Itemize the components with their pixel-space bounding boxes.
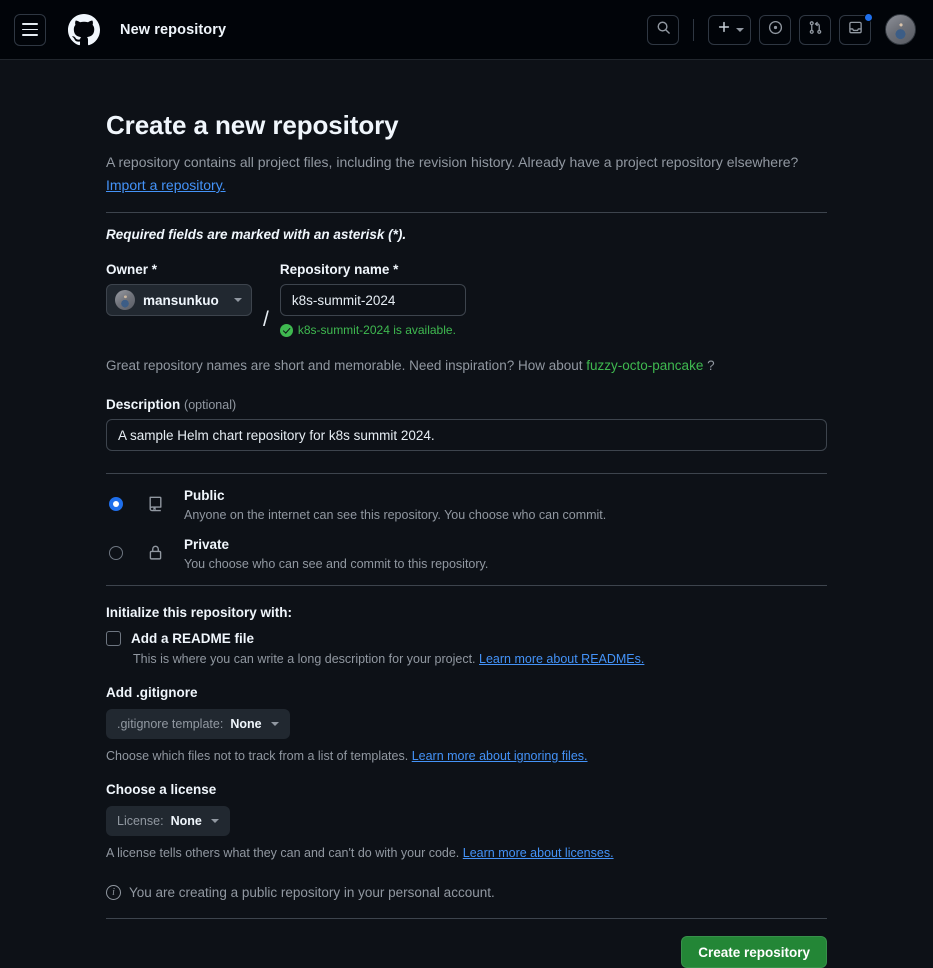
- radio-public[interactable]: [109, 497, 123, 511]
- gitignore-select-value: None: [230, 717, 262, 731]
- owner-label: Owner *: [106, 262, 158, 277]
- creation-info-row: i You are creating a public repository i…: [106, 885, 827, 900]
- gitignore-template-select[interactable]: .gitignore template: None: [106, 709, 290, 739]
- header-divider: [693, 18, 694, 41]
- license-learn-more-link[interactable]: Learn more about licenses.: [463, 846, 614, 860]
- pull-requests-button[interactable]: [799, 14, 831, 45]
- description-optional-tag: (optional): [184, 398, 237, 412]
- visibility-options: Public Anyone on the internet can see th…: [106, 487, 827, 571]
- visibility-private-text: Private You choose who can see and commi…: [184, 536, 488, 571]
- availability-text: k8s-summit-2024 is available.: [297, 323, 456, 337]
- page-title: Create a new repository: [106, 110, 399, 140]
- required-fields-note: Required fields are marked with an aster…: [106, 227, 407, 242]
- radio-private[interactable]: [109, 546, 123, 560]
- repository-name-input[interactable]: [279, 284, 466, 316]
- search-button[interactable]: [647, 14, 679, 45]
- avatar[interactable]: [885, 14, 916, 45]
- check-circle-fill-icon: [279, 323, 293, 337]
- chevron-down-icon: [270, 722, 279, 726]
- header-actions: [647, 12, 916, 45]
- readme-learn-more-link[interactable]: Learn more about READMEs.: [479, 652, 644, 666]
- license-select-value: None: [170, 814, 202, 828]
- git-pull-request-icon: [808, 20, 823, 40]
- visibility-public-description: Anyone on the internet can see this repo…: [184, 508, 607, 522]
- visibility-option-public[interactable]: Public Anyone on the internet can see th…: [106, 487, 827, 522]
- hint-suffix: ?: [707, 358, 715, 373]
- hamburger-menu-icon[interactable]: [14, 13, 46, 46]
- repo-icon: [147, 495, 164, 512]
- creation-info-text: You are creating a public repository in …: [129, 885, 495, 900]
- description-input[interactable]: [106, 419, 827, 451]
- visibility-private-description: You choose who can see and commit to thi…: [184, 557, 489, 571]
- create-new-button[interactable]: [708, 14, 751, 45]
- inbox-button[interactable]: [839, 12, 873, 45]
- license-note: A license tells others what they can and…: [106, 846, 827, 860]
- search-icon: [656, 20, 671, 40]
- visibility-option-private[interactable]: Private You choose who can see and commi…: [106, 536, 827, 571]
- repository-name-hint: Great repository names are short and mem…: [106, 358, 827, 373]
- plus-icon: [717, 20, 731, 39]
- page-subtitle: A repository contains all project files,…: [106, 154, 799, 170]
- license-heading: Choose a license: [106, 782, 217, 797]
- owner-avatar: [115, 290, 135, 310]
- description-block: Description (optional): [106, 397, 827, 451]
- readme-label: Add a README file: [131, 631, 255, 646]
- gitignore-heading: Add .gitignore: [106, 685, 198, 700]
- issue-opened-icon: [768, 20, 783, 40]
- page-title-header: New repository: [120, 21, 227, 38]
- global-header: New repository: [0, 0, 933, 60]
- readme-description: This is where you can write a long descr…: [133, 652, 827, 666]
- chevron-down-icon: [210, 819, 219, 823]
- visibility-public-text: Public Anyone on the internet can see th…: [184, 487, 606, 522]
- divider-top: [106, 212, 827, 213]
- owner-repo-separator: /: [263, 308, 269, 331]
- readme-checkbox[interactable]: [106, 631, 121, 646]
- page-body: Create a new repository A repository con…: [0, 110, 933, 968]
- info-icon: i: [106, 885, 121, 900]
- import-repository-link[interactable]: Import a repository.: [106, 177, 226, 193]
- footer-actions: Create repository: [106, 936, 827, 968]
- gitignore-note: Choose which files not to track from a l…: [106, 749, 827, 763]
- chevron-down-icon: [736, 27, 744, 32]
- description-label-text: Description: [106, 397, 181, 412]
- gitignore-select-prefix: .gitignore template:: [117, 717, 224, 731]
- license-select[interactable]: License: None: [106, 806, 230, 836]
- license-note-text: A license tells others what they can and…: [106, 846, 460, 860]
- description-label: Description (optional): [106, 397, 827, 412]
- visibility-public-name: Public: [184, 488, 225, 503]
- notification-indicator: [864, 12, 873, 22]
- suggested-repo-name[interactable]: fuzzy-octo-pancake: [586, 358, 703, 373]
- hint-prefix: Great repository names are short and mem…: [106, 358, 583, 373]
- issues-button[interactable]: [759, 14, 791, 45]
- repository-name-label: Repository name *: [279, 262, 399, 277]
- lock-icon: [147, 544, 164, 561]
- license-select-prefix: License:: [117, 814, 164, 828]
- divider-visibility: [106, 473, 827, 474]
- github-logo-icon[interactable]: [68, 13, 100, 46]
- owner-repo-row: Owner * mansunkuo / Repository name * k8…: [106, 262, 827, 337]
- gitignore-note-text: Choose which files not to track from a l…: [106, 749, 409, 763]
- initialize-heading: Initialize this repository with:: [106, 605, 293, 620]
- owner-select[interactable]: mansunkuo: [106, 284, 252, 316]
- create-repository-button[interactable]: Create repository: [681, 936, 827, 968]
- gitignore-learn-more-link[interactable]: Learn more about ignoring files.: [412, 749, 588, 763]
- inbox-icon: [848, 20, 863, 40]
- readme-row[interactable]: Add a README file: [106, 631, 827, 646]
- divider-initialize: [106, 585, 827, 586]
- divider-footer: [106, 918, 827, 919]
- visibility-private-name: Private: [184, 537, 230, 552]
- chevron-down-icon: [234, 298, 242, 302]
- availability-message: k8s-summit-2024 is available.: [279, 323, 466, 337]
- owner-name: mansunkuo: [143, 292, 219, 308]
- readme-description-text: This is where you can write a long descr…: [133, 652, 476, 666]
